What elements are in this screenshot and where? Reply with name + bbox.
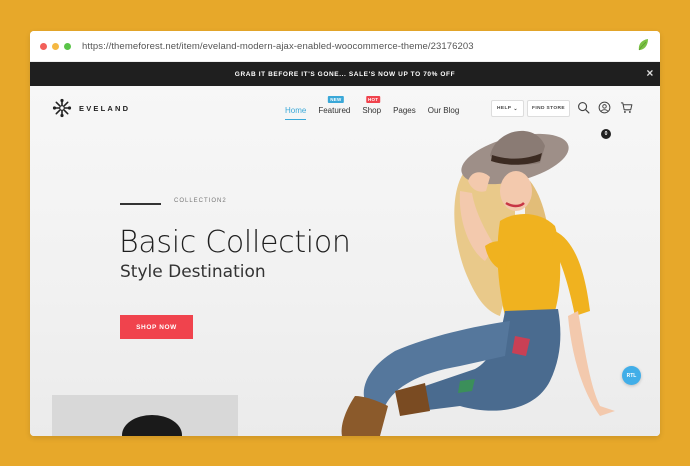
eyebrow-divider <box>120 203 161 205</box>
new-badge: NEW <box>328 96 344 103</box>
snowflake-logo-icon <box>52 98 72 118</box>
site-viewport: EVELAND Home NEW Featured HOT Shop Pages… <box>30 31 660 436</box>
rtl-toggle-button[interactable]: RTL <box>622 366 641 385</box>
hero-subtitle: Style Destination <box>120 262 266 282</box>
hero-model-image <box>341 130 615 436</box>
brand-name: EVELAND <box>79 103 131 113</box>
rtl-label: RTL <box>626 372 637 379</box>
page-background: { "browser": { "url": "https://themefore… <box>0 0 690 466</box>
thumbnail-model-image <box>122 415 182 436</box>
shop-now-button[interactable]: SHOP NOW <box>120 315 193 339</box>
hot-badge: HOT <box>365 96 381 103</box>
product-thumbnail[interactable] <box>52 395 238 436</box>
brand-logo[interactable]: EVELAND <box>52 98 130 118</box>
shop-now-label: SHOP NOW <box>136 323 177 331</box>
hero-eyebrow: COLLECTION2 <box>174 198 227 204</box>
